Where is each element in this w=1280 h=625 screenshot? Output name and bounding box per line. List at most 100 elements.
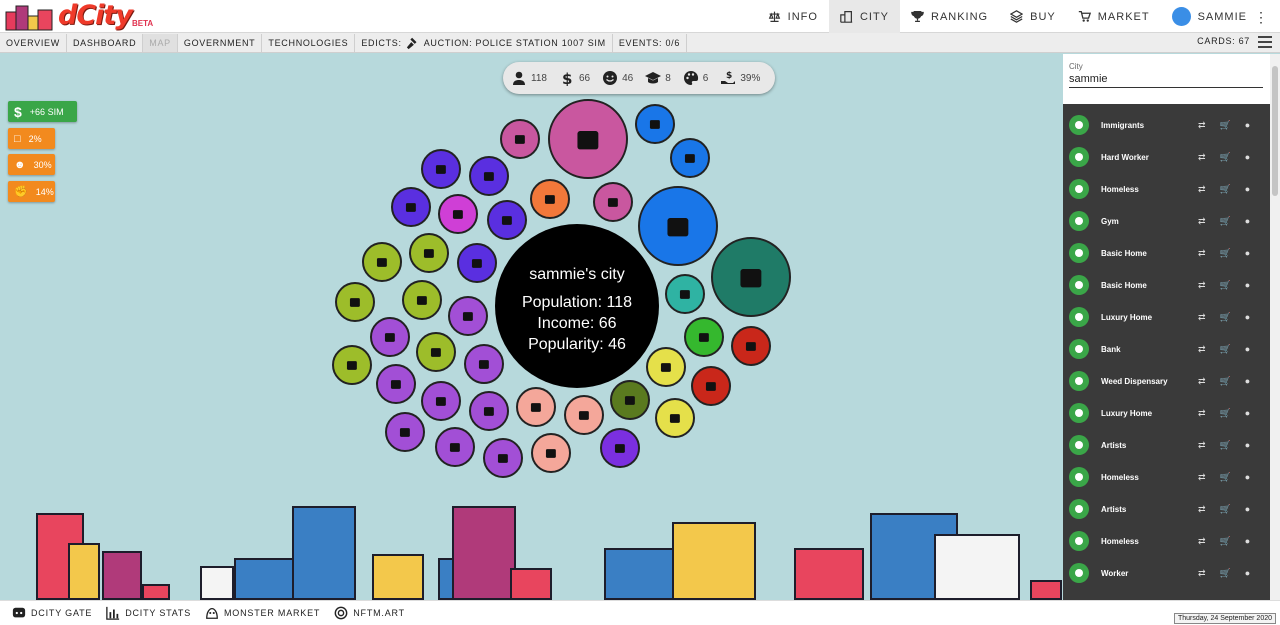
card-bubble[interactable] xyxy=(416,332,456,372)
cart-icon[interactable]: 🛒 xyxy=(1220,440,1231,451)
card-bubble[interactable] xyxy=(548,99,628,179)
card-bubble[interactable] xyxy=(731,326,771,366)
burn-icon[interactable]: ● xyxy=(1245,280,1250,291)
transfer-icon[interactable]: ⇄ xyxy=(1198,504,1206,515)
hamburger-menu-icon[interactable] xyxy=(1258,36,1272,51)
card-bubble[interactable] xyxy=(600,428,640,468)
card-list-item[interactable]: Luxury Home ⇄ 🛒 ● xyxy=(1063,397,1280,429)
footer-dcity-stats[interactable]: DCITY STATS xyxy=(106,606,191,620)
transfer-icon[interactable]: ⇄ xyxy=(1198,408,1206,419)
nav-user[interactable]: SAMMIE ⋮ xyxy=(1161,0,1280,33)
card-bubble[interactable] xyxy=(483,438,523,478)
card-bubble[interactable] xyxy=(402,280,442,320)
burn-icon[interactable]: ● xyxy=(1245,472,1250,483)
burn-icon[interactable]: ● xyxy=(1245,376,1250,387)
footer-monster-market[interactable]: MONSTER MARKET xyxy=(205,606,320,620)
card-list-item[interactable]: Artists ⇄ 🛒 ● xyxy=(1063,429,1280,461)
cart-icon[interactable]: 🛒 xyxy=(1220,536,1231,547)
city-summary-circle[interactable]: sammie's city Population: 118 Income: 66… xyxy=(495,224,659,388)
footer-dcity-gate[interactable]: DCITY GATE xyxy=(12,606,92,620)
card-list-item[interactable]: Luxury Home ⇄ 🛒 ● xyxy=(1063,301,1280,333)
card-list-item[interactable]: Gym ⇄ 🛒 ● xyxy=(1063,205,1280,237)
edicts-button[interactable]: EDICTS: AUCTION: POLICE STATION 1007 SIM xyxy=(355,33,613,52)
transfer-icon[interactable]: ⇄ xyxy=(1198,568,1206,579)
card-bubble[interactable] xyxy=(376,364,416,404)
transfer-icon[interactable]: ⇄ xyxy=(1198,312,1206,323)
card-bubble[interactable] xyxy=(638,186,718,266)
card-list-item[interactable]: Basic Home ⇄ 🛒 ● xyxy=(1063,269,1280,301)
tab-government[interactable]: GOVERNMENT xyxy=(178,33,263,52)
tab-technologies[interactable]: TECHNOLOGIES xyxy=(262,33,356,52)
transfer-icon[interactable]: ⇄ xyxy=(1198,376,1206,387)
tab-overview[interactable]: OVERVIEW xyxy=(0,33,67,52)
city-field[interactable]: City sammie xyxy=(1063,54,1280,104)
nav-info[interactable]: INFO xyxy=(757,0,829,33)
burn-icon[interactable]: ● xyxy=(1245,440,1250,451)
burn-icon[interactable]: ● xyxy=(1245,344,1250,355)
transfer-icon[interactable]: ⇄ xyxy=(1198,344,1206,355)
cart-icon[interactable]: 🛒 xyxy=(1220,408,1231,419)
cart-icon[interactable]: 🛒 xyxy=(1220,120,1231,131)
card-bubble[interactable] xyxy=(362,242,402,282)
cart-icon[interactable]: 🛒 xyxy=(1220,312,1231,323)
footer-nftm-art[interactable]: NFTM.ART xyxy=(334,606,405,620)
nav-city[interactable]: CITY xyxy=(828,0,900,33)
card-bubble[interactable] xyxy=(635,104,675,144)
cart-icon[interactable]: 🛒 xyxy=(1220,376,1231,387)
burn-icon[interactable]: ● xyxy=(1245,568,1250,579)
cart-icon[interactable]: 🛒 xyxy=(1220,248,1231,259)
burn-icon[interactable]: ● xyxy=(1245,184,1250,195)
card-bubble[interactable] xyxy=(391,187,431,227)
transfer-icon[interactable]: ⇄ xyxy=(1198,120,1206,131)
cart-icon[interactable]: 🛒 xyxy=(1220,280,1231,291)
card-bubble[interactable] xyxy=(564,395,604,435)
cart-icon[interactable]: 🛒 xyxy=(1220,216,1231,227)
transfer-icon[interactable]: ⇄ xyxy=(1198,536,1206,547)
card-bubble[interactable] xyxy=(421,149,461,189)
card-list-item[interactable]: Basic Home ⇄ 🛒 ● xyxy=(1063,237,1280,269)
nav-buy[interactable]: BUY xyxy=(999,0,1067,33)
cart-icon[interactable]: 🛒 xyxy=(1220,568,1231,579)
transfer-icon[interactable]: ⇄ xyxy=(1198,216,1206,227)
burn-icon[interactable]: ● xyxy=(1245,248,1250,259)
card-bubble[interactable] xyxy=(435,427,475,467)
nav-market[interactable]: MARKET xyxy=(1067,0,1161,33)
burn-icon[interactable]: ● xyxy=(1245,536,1250,547)
burn-icon[interactable]: ● xyxy=(1245,120,1250,131)
card-bubble[interactable] xyxy=(665,274,705,314)
card-list-item[interactable]: Artists ⇄ 🛒 ● xyxy=(1063,493,1280,525)
card-bubble[interactable] xyxy=(487,200,527,240)
card-list-item[interactable]: Homeless ⇄ 🛒 ● xyxy=(1063,461,1280,493)
card-bubble[interactable] xyxy=(500,119,540,159)
transfer-icon[interactable]: ⇄ xyxy=(1198,280,1206,291)
card-bubble[interactable] xyxy=(670,138,710,178)
card-bubble[interactable] xyxy=(469,391,509,431)
cart-icon[interactable]: 🛒 xyxy=(1220,504,1231,515)
transfer-icon[interactable]: ⇄ xyxy=(1198,152,1206,163)
card-list-item[interactable]: Homeless ⇄ 🛒 ● xyxy=(1063,173,1280,205)
cart-icon[interactable]: 🛒 xyxy=(1220,344,1231,355)
card-bubble[interactable] xyxy=(655,398,695,438)
nav-ranking[interactable]: RANKING xyxy=(900,0,999,33)
card-bubble[interactable] xyxy=(530,179,570,219)
burn-icon[interactable]: ● xyxy=(1245,312,1250,323)
card-bubble[interactable] xyxy=(438,194,478,234)
card-list-item[interactable]: Homeless ⇄ 🛒 ● xyxy=(1063,525,1280,557)
cart-icon[interactable]: 🛒 xyxy=(1220,152,1231,163)
card-bubble[interactable] xyxy=(370,317,410,357)
card-bubble[interactable] xyxy=(531,433,571,473)
cart-icon[interactable]: 🛒 xyxy=(1220,472,1231,483)
card-bubble[interactable] xyxy=(385,412,425,452)
burn-icon[interactable]: ● xyxy=(1245,408,1250,419)
sidebar-scrollbar[interactable] xyxy=(1270,54,1280,600)
events-button[interactable]: EVENTS: 0/6 xyxy=(613,33,688,52)
card-bubble[interactable] xyxy=(421,381,461,421)
tab-dashboard[interactable]: DASHBOARD xyxy=(67,33,144,52)
transfer-icon[interactable]: ⇄ xyxy=(1198,184,1206,195)
transfer-icon[interactable]: ⇄ xyxy=(1198,248,1206,259)
card-list-item[interactable]: Hard Worker ⇄ 🛒 ● xyxy=(1063,141,1280,173)
card-bubble[interactable] xyxy=(469,156,509,196)
card-bubble[interactable] xyxy=(593,182,633,222)
dcity-logo[interactable]: dCity BETA xyxy=(4,0,154,32)
card-list-item[interactable]: Immigrants ⇄ 🛒 ● xyxy=(1063,109,1280,141)
